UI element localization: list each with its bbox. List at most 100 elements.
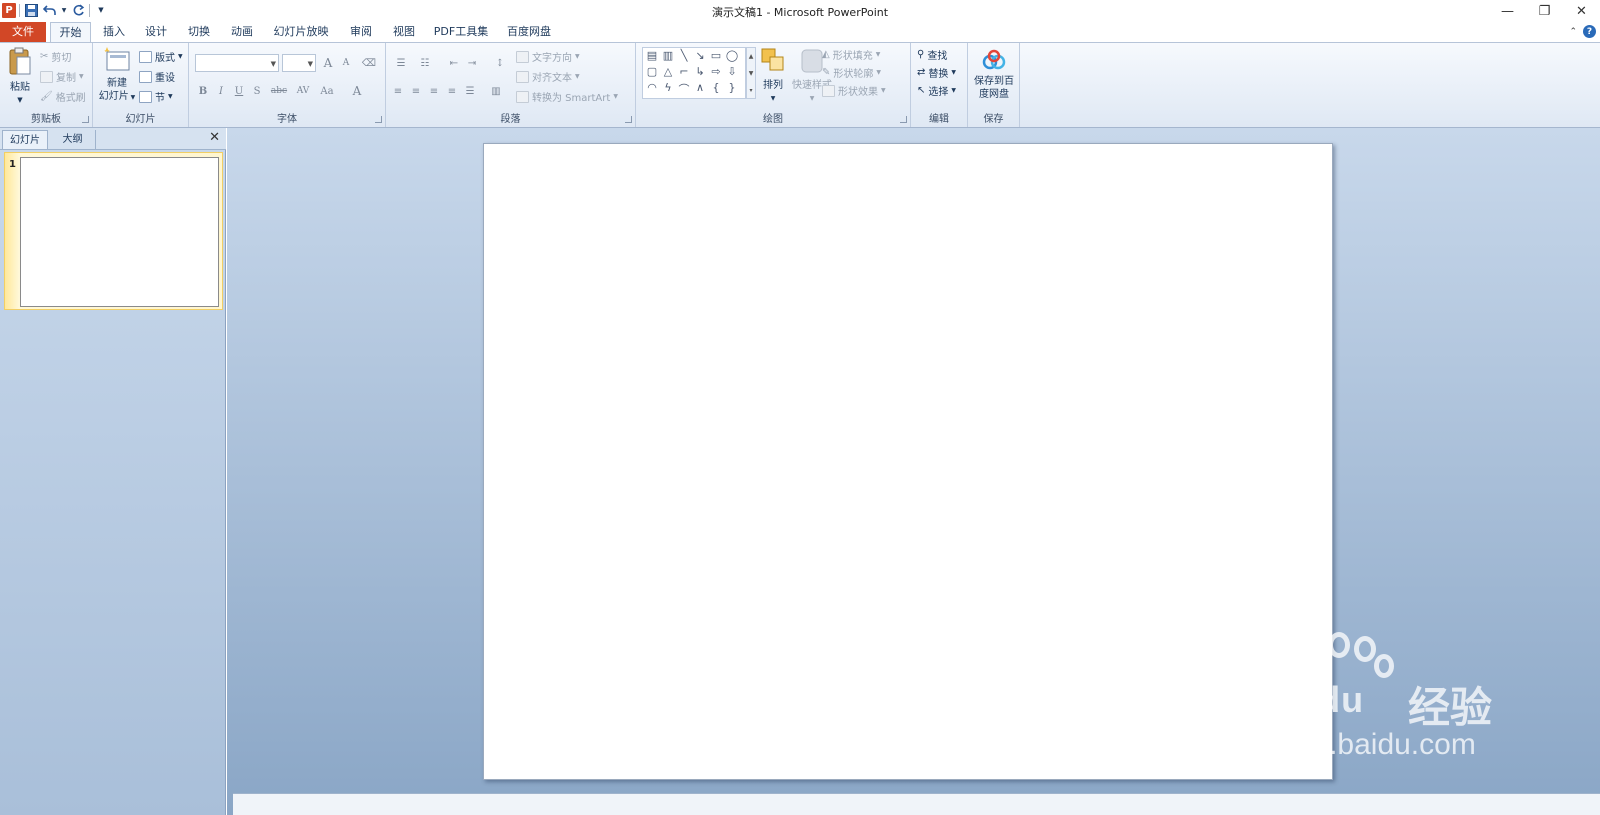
tab-baidu-netdisk[interactable]: 百度网盘 [504,22,554,42]
right-brace-shape-icon[interactable]: } [725,81,739,94]
copy-button[interactable]: 复制 ▼ [40,69,84,84]
tab-transitions[interactable]: 切换 [183,22,215,42]
paste-dropdown-icon: ▼ [17,96,23,104]
align-text-label: 对齐文本 [532,73,572,84]
tab-animations[interactable]: 动画 [226,22,258,42]
shape-fill-button[interactable]: ◭ 形状填充 ▼ [822,47,880,62]
shapes-gallery-scroll[interactable]: ▲ ▼ ▾ [746,47,756,99]
italic-button[interactable]: I [213,83,229,99]
tab-design[interactable]: 设计 [140,22,172,42]
format-painter-label: 格式刷 [55,93,86,104]
arc-shape-icon[interactable]: ⌒ [677,81,691,97]
paragraph-launcher-icon[interactable] [625,116,632,123]
reset-icon [139,70,152,83]
reset-button[interactable]: 重设 [139,69,175,84]
right-arrow-shape-icon[interactable]: ⇨ [709,65,723,78]
line-spacing-icon[interactable]: ↕ [490,55,510,71]
align-right-icon[interactable]: ≡ [426,83,442,99]
underline-button[interactable]: U [231,83,247,99]
down-arrow-shape-icon[interactable]: ⇩ [725,65,739,78]
elbow-connector-shape-icon[interactable]: ⌐ [677,65,691,78]
slide-thumbnail[interactable] [20,157,219,307]
restore-icon[interactable]: ❐ [1526,0,1563,22]
font-color-button[interactable]: A [349,83,365,99]
vertical-textbox-shape-icon[interactable]: ▥ [661,49,675,62]
notes-pane[interactable] [233,793,1600,815]
left-brace-shape-icon[interactable]: { [709,81,723,94]
scribble-shape-icon[interactable]: ∧ [693,81,707,94]
slide-canvas[interactable] [483,143,1333,780]
tab-file[interactable]: 文件 [0,22,46,42]
replace-button[interactable]: ⇄ 替换 ▼ [917,65,956,80]
rectangle-shape-icon[interactable]: ▭ [709,49,723,62]
tab-slideshow[interactable]: 幻灯片放映 [270,22,332,42]
shrink-font-button[interactable]: A [338,55,354,71]
triangle-shape-icon[interactable]: △ [661,65,675,78]
select-button[interactable]: ↖ 选择 ▼ [917,83,956,98]
decrease-indent-icon[interactable]: ⇤ [446,55,462,71]
distribute-icon[interactable]: ☰ [462,83,478,99]
slide-thumbnail-selected[interactable]: 1 [4,152,223,310]
textbox-shape-icon[interactable]: ▤ [645,49,659,62]
tab-view[interactable]: 视图 [388,22,420,42]
format-painter-button[interactable]: 🖌 格式刷 [40,89,86,104]
smartart-button[interactable]: 转换为 SmartArt ▼ [516,89,618,104]
grow-font-button[interactable]: A [320,55,336,71]
tab-pdf-tools[interactable]: PDF工具集 [432,22,490,42]
paste-button[interactable]: 粘贴 ▼ [6,47,34,107]
collapse-ribbon-icon[interactable]: ⌃ [1569,27,1577,37]
curve-shape-icon[interactable]: ◠ [645,81,659,94]
section-icon [139,90,152,103]
freeform-shape-icon[interactable]: ϟ [661,81,675,94]
save-to-baidu-button[interactable]: 保存到百 度网盘 [971,49,1017,101]
section-button[interactable]: 节 ▼ [139,89,173,104]
arrange-button[interactable]: 排列 ▼ [758,47,788,105]
close-icon[interactable]: ✕ [1563,0,1600,22]
baidu-jingyan-watermark: Baidu 经验 jingyan.baidu.com [1228,632,1528,770]
strikethrough-button[interactable]: abc [269,83,289,99]
numbering-icon[interactable]: ☷ [414,55,436,71]
font-name-combobox[interactable]: ▼ [195,54,279,72]
shadow-button[interactable]: S [249,83,265,99]
line-shape-icon[interactable]: ╲ [677,49,691,62]
char-spacing-button[interactable]: AV [293,83,313,99]
justify-icon[interactable]: ≡ [444,83,460,99]
change-case-button[interactable]: Aa [317,83,337,99]
font-group: ▼ ▼ A A ⌫ B I U S abc AV Aa A 字体 [189,43,386,127]
arrow-line-shape-icon[interactable]: ↘ [693,49,707,62]
drawing-launcher-icon[interactable] [900,116,907,123]
minimize-icon[interactable]: — [1489,0,1526,22]
new-slide-button[interactable]: 新建 幻灯片 ▼ [97,47,137,104]
close-panel-icon[interactable]: ✕ [209,130,220,145]
smartart-label: 转换为 SmartArt [532,93,611,104]
oval-shape-icon[interactable]: ◯ [725,49,739,62]
columns-icon[interactable]: ▥ [486,83,506,99]
rounded-rect-shape-icon[interactable]: ▢ [645,65,659,78]
clipboard-launcher-icon[interactable] [82,116,89,123]
bullets-icon[interactable]: ☰ [390,55,412,71]
align-center-icon[interactable]: ≡ [408,83,424,99]
increase-indent-icon[interactable]: ⇥ [464,55,480,71]
tab-outline-panel[interactable]: 大纲 [50,130,96,149]
align-left-icon[interactable]: ≡ [390,83,406,99]
elbow-arrow-shape-icon[interactable]: ↳ [693,65,707,78]
find-button[interactable]: ⚲ 查找 [917,47,947,62]
shape-effects-button[interactable]: 形状效果 ▼ [822,83,886,98]
clear-format-icon[interactable]: ⌫ [361,55,377,71]
tab-home[interactable]: 开始 [50,22,91,43]
layout-button[interactable]: 版式 ▼ [139,49,183,64]
font-launcher-icon[interactable] [375,116,382,123]
shapes-gallery[interactable]: ▤ ▥ ╲ ↘ ▭ ◯ ▢ △ ⌐ ↳ ⇨ ⇩ ◠ ϟ ⌒ ∧ { } [642,47,746,99]
new-slide-icon [104,47,130,71]
bold-button[interactable]: B [195,83,211,99]
cut-button[interactable]: ✂ 剪切 [40,49,71,64]
font-size-combobox[interactable]: ▼ [282,54,316,72]
shape-outline-button[interactable]: ✎ 形状轮廓 ▼ [822,65,881,80]
tab-review[interactable]: 审阅 [345,22,377,42]
text-direction-button[interactable]: 文字方向 ▼ [516,49,580,64]
tab-slides-panel[interactable]: 幻灯片 [2,130,48,149]
cut-label: 剪切 [51,53,72,64]
help-icon[interactable]: ? [1583,25,1596,38]
tab-insert[interactable]: 插入 [98,22,130,42]
align-text-button[interactable]: 对齐文本 ▼ [516,69,580,84]
